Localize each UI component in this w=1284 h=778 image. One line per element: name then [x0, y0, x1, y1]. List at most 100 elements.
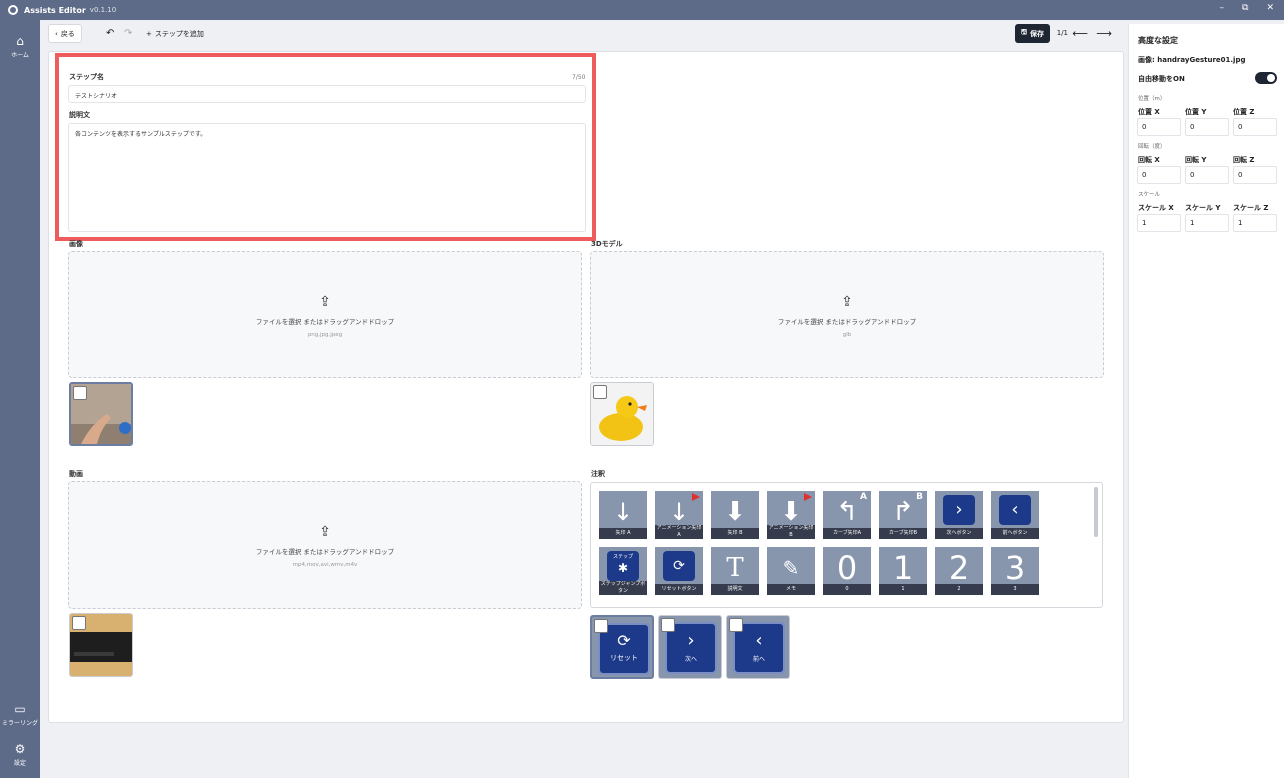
tile-caption: メモ: [767, 584, 815, 595]
dropzone-types: mp4,mov,avi,wmv,m4v: [292, 562, 358, 568]
chevron-left-icon: ‹: [55, 29, 58, 38]
dropzone-text: ファイルを選択 またはドラッグアンドドロップ: [777, 318, 917, 326]
redo-button[interactable]: ↷: [118, 24, 138, 43]
annotation-description-text[interactable]: T 説明文: [711, 547, 759, 595]
add-step-label: ステップを追加: [154, 29, 204, 38]
annotation-reset-button[interactable]: ⟳ リセットボタン: [655, 547, 703, 595]
annotation-section-label: 注釈: [591, 470, 605, 478]
free-move-toggle[interactable]: [1255, 72, 1277, 84]
dropzone-text: ファイルを選択 またはドラッグアンドドロップ: [255, 318, 395, 326]
advanced-settings-panel: 高度な設定 画像: handrayGesture01.jpg 自由移動をON 位…: [1128, 24, 1284, 778]
image-thumbnail[interactable]: [69, 382, 133, 446]
scale-x-label: スケール X: [1138, 204, 1174, 212]
pos-y-input[interactable]: 0: [1185, 118, 1229, 136]
rot-z-input[interactable]: 0: [1233, 166, 1277, 184]
model-dropzone[interactable]: ⇪ ファイルを選択 またはドラッグアンドドロップ glb: [590, 251, 1104, 378]
upload-icon: ⇪: [319, 294, 331, 310]
rot-y-input[interactable]: 0: [1185, 166, 1229, 184]
advanced-settings-title: 高度な設定: [1138, 36, 1178, 45]
sidebar: ⌂ ホーム ▭ ミラーリング ⚙ 設定: [0, 20, 40, 778]
image-thumbnail-checkbox[interactable]: [73, 386, 87, 400]
letter-a-icon: A: [860, 492, 867, 502]
annotation-curve-arrow-a[interactable]: ↰ A カーブ矢印A: [823, 491, 871, 539]
annotation-step-jump-button[interactable]: ステップ ✱ ステップジャンプボタン: [599, 547, 647, 595]
sidebar-item-label: 設定: [13, 760, 26, 767]
annotation-number-2[interactable]: 2 2: [935, 547, 983, 595]
annotation-number-1[interactable]: 1 1: [879, 547, 927, 595]
model-section-label: 3Dモデル: [591, 240, 623, 248]
thick-arrow-down-icon: ⬇: [724, 497, 746, 527]
scale-y-label: スケール Y: [1185, 204, 1221, 212]
add-step-button[interactable]: + ステップを追加: [140, 24, 210, 43]
chevron-right-icon: ›: [687, 630, 695, 651]
minimize-button[interactable]: –: [1220, 3, 1225, 13]
arrow-down-icon: ↓: [668, 498, 690, 526]
number-1-glyph: 1: [892, 549, 914, 587]
tile-caption: アニメーション矢印 B: [767, 525, 815, 539]
dropzone-text: ファイルを選択 またはドラッグアンドドロップ: [255, 548, 395, 556]
selected-prev-tile[interactable]: ‹ 前へ: [726, 615, 790, 679]
save-icon: 🖫: [1021, 28, 1027, 36]
annotation-scrollbar[interactable]: [1094, 487, 1098, 537]
selected-next-tile[interactable]: › 次へ: [658, 615, 722, 679]
annotation-memo[interactable]: ✎ メモ: [767, 547, 815, 595]
save-label: 保存: [1030, 29, 1044, 38]
scale-section-label: スケール: [1138, 192, 1161, 198]
scale-z-label: スケール Z: [1233, 204, 1269, 212]
jump-top-label: ステップ: [612, 554, 633, 560]
close-button[interactable]: ✕: [1266, 3, 1274, 13]
tile-caption: 次へボタン: [935, 528, 983, 539]
annotation-next-button[interactable]: › 次へボタン: [935, 491, 983, 539]
video-thumbnail-checkbox[interactable]: [72, 616, 86, 630]
annotation-anim-arrow-b[interactable]: ⬇ アニメーション矢印 B: [767, 491, 815, 539]
selected-prev-checkbox[interactable]: [729, 618, 743, 632]
video-thumbnail[interactable]: [69, 613, 133, 677]
sidebar-item-settings[interactable]: ⚙ 設定: [0, 742, 40, 767]
pos-z-input[interactable]: 0: [1233, 118, 1277, 136]
selected-reset-checkbox[interactable]: [594, 619, 608, 633]
video-dropzone[interactable]: ⇪ ファイルを選択 またはドラッグアンドドロップ mp4,mov,avi,wmv…: [68, 481, 582, 609]
tile-caption: 0: [823, 584, 871, 595]
rot-z-label: 回転 Z: [1233, 156, 1255, 164]
next-step-button[interactable]: ⟶: [1090, 24, 1118, 43]
arrow-down-icon: ↓: [612, 498, 634, 526]
refresh-icon: ⟳: [673, 558, 685, 574]
annotation-prev-button[interactable]: ‹ 前へボタン: [991, 491, 1039, 539]
annotation-arrow-a[interactable]: ↓ 矢印 A: [599, 491, 647, 539]
tile-caption: 2: [935, 584, 983, 595]
annotation-number-3[interactable]: 3 3: [991, 547, 1039, 595]
position-section-label: 位置（m）: [1138, 96, 1166, 102]
image-dropzone[interactable]: ⇪ ファイルを選択 またはドラッグアンドドロップ png,jpg,jpeg: [68, 251, 582, 378]
scale-y-input[interactable]: 1: [1185, 214, 1229, 232]
tile-caption: アニメーション矢印 A: [655, 525, 703, 539]
scale-x-input[interactable]: 1: [1137, 214, 1181, 232]
pos-y-label: 位置 Y: [1185, 108, 1207, 116]
selected-next-checkbox[interactable]: [661, 618, 675, 632]
asterisk-icon: ✱: [617, 561, 629, 575]
rot-x-input[interactable]: 0: [1137, 166, 1181, 184]
dropzone-types: png,jpg,jpeg: [307, 332, 343, 338]
rotation-section-label: 回転（度）: [1138, 144, 1166, 150]
annotation-anim-arrow-a[interactable]: ↓ アニメーション矢印 A: [655, 491, 703, 539]
title-bar: Assists Editor v0.1.10 – ⧉ ✕: [0, 0, 1284, 20]
back-label: 戻る: [60, 29, 75, 38]
back-button[interactable]: ‹ 戻る: [48, 24, 82, 43]
dropzone-types: glb: [842, 332, 852, 338]
sidebar-item-mirroring[interactable]: ▭ ミラーリング: [0, 702, 40, 727]
pos-x-input[interactable]: 0: [1137, 118, 1181, 136]
model-thumbnail-checkbox[interactable]: [593, 385, 607, 399]
save-button[interactable]: 🖫 保存: [1015, 24, 1050, 43]
annotation-arrow-b[interactable]: ⬇ 矢印 B: [711, 491, 759, 539]
sidebar-item-home[interactable]: ⌂ ホーム: [0, 34, 40, 59]
annotation-number-0[interactable]: 0 0: [823, 547, 871, 595]
selected-reset-tile[interactable]: ⟳ リセット: [590, 615, 654, 679]
plus-icon: +: [146, 29, 152, 38]
scale-z-input[interactable]: 1: [1233, 214, 1277, 232]
model-thumbnail[interactable]: [590, 382, 654, 446]
tile-caption: カーブ矢印B: [879, 528, 927, 539]
annotation-curve-arrow-b[interactable]: ↱ B カーブ矢印B: [879, 491, 927, 539]
maximize-button[interactable]: ⧉: [1242, 3, 1248, 13]
image-file-name: 画像: handrayGesture01.jpg: [1138, 56, 1246, 64]
tile-caption: カーブ矢印A: [823, 528, 871, 539]
tile-caption: 説明文: [711, 584, 759, 595]
